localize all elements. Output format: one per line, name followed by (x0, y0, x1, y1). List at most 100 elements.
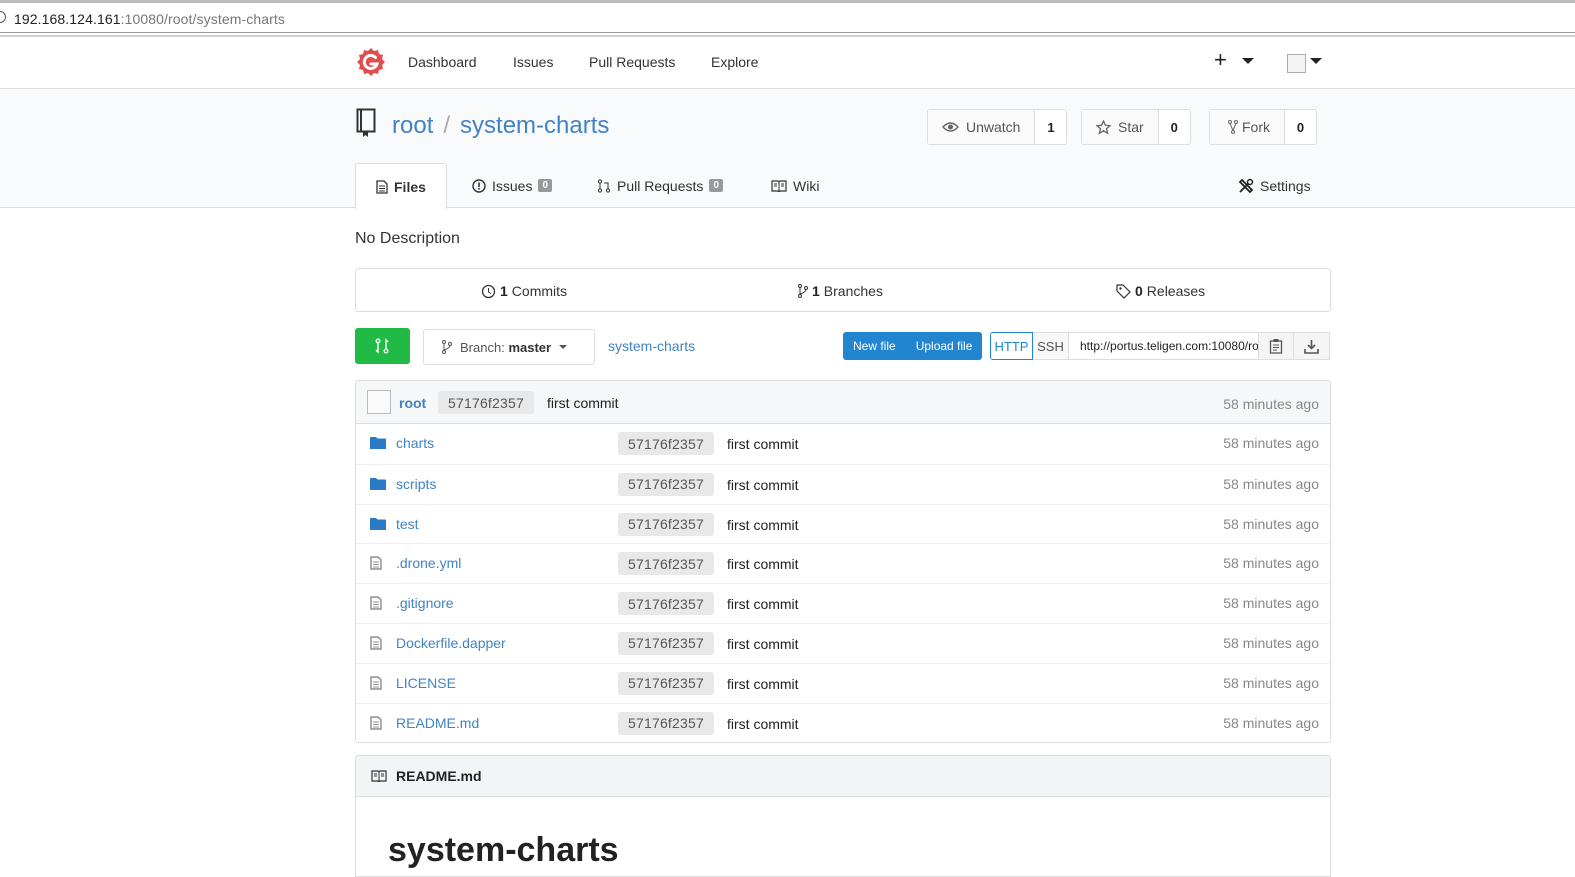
commit-sha-link[interactable]: 57176f2357 (618, 432, 714, 455)
file-icon (370, 715, 386, 730)
nav-issues[interactable]: Issues (513, 54, 553, 70)
commit-message[interactable]: first commit (727, 436, 799, 452)
commit-sha-link[interactable]: 57176f2357 (618, 631, 714, 655)
issues-count-badge: 0 (538, 179, 553, 192)
file-name-link[interactable]: scripts (396, 476, 436, 492)
commit-message[interactable]: first commit (727, 716, 799, 732)
branch-dropdown[interactable]: Branch: master (423, 329, 595, 365)
table-row: .drone.yml 57176f2357 first commit 58 minut… (356, 543, 1330, 583)
commit-sha-link[interactable]: 57176f2357 (618, 592, 714, 616)
table-row: .gitignore 57176f2357 first commit 58 minut… (356, 583, 1330, 623)
commit-message[interactable]: first commit (727, 517, 799, 533)
commit-message[interactable]: first commit (727, 676, 799, 692)
file-name-link[interactable]: .drone.yml (396, 555, 461, 571)
download-button[interactable] (1294, 332, 1330, 360)
watch-count[interactable]: 1 (1035, 110, 1066, 144)
file-name-link[interactable]: test (396, 516, 419, 532)
file-icon (370, 556, 386, 570)
eye-icon (942, 122, 959, 132)
clone-url-input[interactable] (1069, 332, 1259, 360)
url-text[interactable]: 192.168.124.161:10080/root/system-charts (14, 11, 285, 27)
file-name-link[interactable]: LICENSE (396, 675, 456, 691)
branches-link[interactable]: 1 Branches (798, 283, 883, 299)
commit-message[interactable]: first commit (727, 636, 799, 652)
commit-age: 58 minutes ago (1223, 435, 1319, 451)
commit-message[interactable]: first commit (727, 596, 799, 612)
commit-age: 58 minutes ago (1223, 475, 1319, 492)
releases-link[interactable]: 0 Releases (1116, 283, 1205, 299)
top-nav: Dashboard Issues Pull Requests Explore + (0, 37, 1575, 89)
commit-author-link[interactable]: root (399, 395, 426, 411)
nav-explore[interactable]: Explore (711, 54, 758, 70)
watch-button[interactable]: Unwatch 1 (927, 109, 1068, 145)
table-row: LICENSE 57176f2357 first commit 58 minutes … (356, 662, 1330, 703)
file-actions: New file Upload file (843, 332, 983, 360)
copy-url-button[interactable] (1258, 332, 1294, 360)
commit-sha-link[interactable]: 57176f2357 (618, 711, 714, 735)
address-bar[interactable]: 192.168.124.161:10080/root/system-charts (0, 0, 1575, 33)
repo-owner-link[interactable]: root (392, 112, 433, 139)
avatar[interactable] (367, 390, 391, 414)
readme-heading: system-charts (388, 831, 619, 869)
book-icon (371, 770, 387, 782)
commits-link[interactable]: 1 Commits (481, 283, 567, 299)
compare-button[interactable] (355, 328, 410, 364)
commit-sha-link[interactable]: 57176f2357 (618, 472, 714, 496)
issue-icon (472, 178, 486, 193)
http-clone-button[interactable]: HTTP (990, 332, 1033, 360)
commit-message[interactable]: first commit (727, 556, 799, 572)
file-icon (376, 179, 388, 194)
readme-filename: README.md (396, 768, 482, 784)
commit-age: 58 minutes ago (1223, 515, 1319, 532)
commit-age: 58 minutes ago (1223, 555, 1319, 572)
readme-body: system-charts (355, 797, 1331, 877)
tag-icon (1116, 283, 1131, 299)
table-row: Dockerfile.dapper 57176f2357 first commit 5… (356, 622, 1330, 663)
tools-icon (1238, 178, 1254, 194)
chevron-down-icon[interactable] (1242, 58, 1254, 64)
create-new-button[interactable]: + (1214, 48, 1227, 72)
nav-dashboard[interactable]: Dashboard (408, 54, 477, 70)
commit-sha-link[interactable]: 57176f2357 (618, 671, 714, 695)
nav-pull-requests[interactable]: Pull Requests (589, 54, 675, 70)
fork-icon (1228, 120, 1238, 134)
tab-issues[interactable]: Issues 0 (472, 163, 553, 208)
info-icon[interactable] (0, 11, 6, 23)
tab-files[interactable]: Files (355, 163, 447, 209)
file-name-link[interactable]: README.md (396, 715, 479, 731)
avatar[interactable] (1287, 54, 1306, 73)
commit-sha-link[interactable]: 57176f2357 (618, 512, 714, 536)
star-icon (1096, 119, 1111, 135)
file-name-link[interactable]: .gitignore (396, 595, 454, 611)
tab-wiki[interactable]: Wiki (771, 163, 819, 208)
file-name-link[interactable]: Dockerfile.dapper (396, 635, 506, 651)
commit-sha-link[interactable]: 57176f2357 (618, 552, 714, 576)
commit-message[interactable]: first commit (727, 477, 799, 493)
commit-sha-link[interactable]: 57176f2357 (438, 391, 534, 414)
folder-icon (370, 477, 386, 491)
file-icon (370, 676, 386, 690)
fork-button[interactable]: Fork 0 (1209, 109, 1317, 145)
file-name-link[interactable]: charts (396, 435, 434, 451)
repo-stats: 1 Commits 1 Branches 0 Releases (355, 268, 1331, 312)
repo-name-link[interactable]: system-charts (460, 112, 609, 139)
star-button[interactable]: Star 0 (1081, 109, 1191, 145)
table-row: README.md 57176f2357 first commit 58 minute… (356, 702, 1330, 743)
new-file-button[interactable]: New file (843, 332, 906, 360)
commit-message: first commit (547, 395, 619, 411)
chevron-down-icon[interactable] (1310, 58, 1322, 64)
repo-title: root / system-charts (392, 112, 610, 139)
readme-header: README.md (355, 755, 1331, 797)
fork-count[interactable]: 0 (1285, 110, 1316, 144)
folder-icon (370, 517, 386, 531)
gogs-logo-icon[interactable] (356, 47, 386, 77)
upload-file-button[interactable]: Upload file (906, 332, 983, 360)
branch-icon (442, 340, 452, 354)
ssh-clone-button[interactable]: SSH (1033, 332, 1069, 360)
book-icon (771, 179, 787, 192)
path-breadcrumb[interactable]: system-charts (608, 338, 695, 354)
tab-settings[interactable]: Settings (1238, 178, 1311, 194)
tab-pull-requests[interactable]: Pull Requests 0 (597, 163, 723, 208)
star-count[interactable]: 0 (1159, 110, 1190, 144)
file-icon (370, 636, 386, 650)
